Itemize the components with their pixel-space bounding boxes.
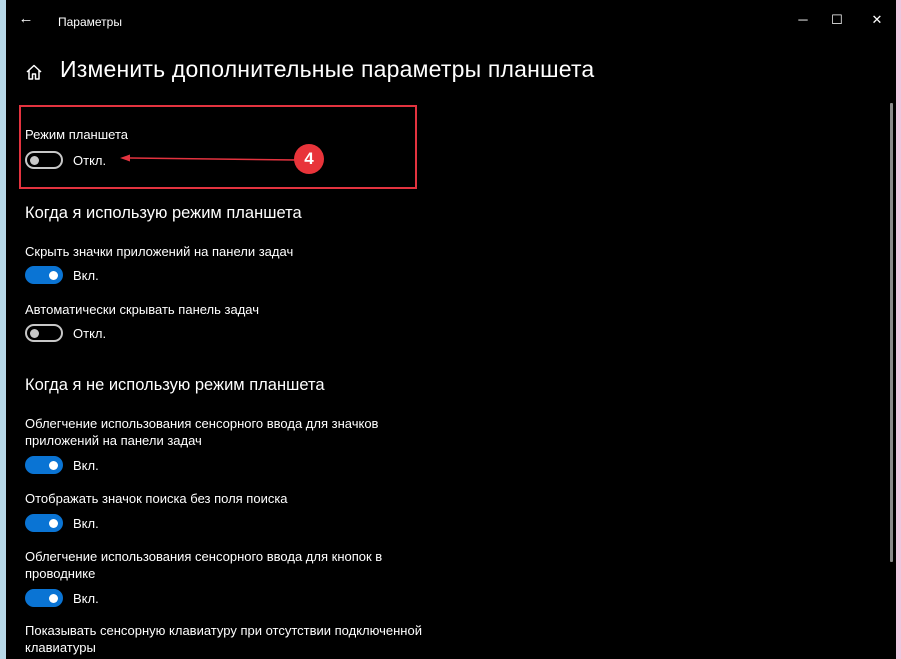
back-arrow-icon[interactable]: ← <box>16 9 36 29</box>
toggle-knob <box>49 518 58 528</box>
toggle-knob <box>49 593 58 603</box>
search-icon-state: Вкл. <box>73 516 99 531</box>
section-when-using-title: Когда я использую режим планшета <box>25 204 302 222</box>
scrollbar[interactable] <box>890 103 893 562</box>
maximize-button[interactable]: ☐ <box>824 8 850 32</box>
minimize-button[interactable]: ─ <box>790 8 816 32</box>
settings-window: ← Параметры ─ ☐ ✕ Изменить дополнительны… <box>6 0 896 659</box>
toggle-knob <box>49 460 58 470</box>
touch-app-icons-toggle[interactable] <box>25 456 63 474</box>
highlight-box <box>19 105 417 189</box>
title-bar: ← Параметры ─ ☐ ✕ <box>6 0 896 40</box>
touch-explorer-label-line1: Облегчение использования сенсорного ввод… <box>25 549 383 564</box>
search-icon-label: Отображать значок поиска без поля поиска <box>25 491 288 506</box>
touch-app-icons-state: Вкл. <box>73 458 99 473</box>
touch-app-icons-label-line1: Облегчение использования сенсорного ввод… <box>25 416 379 431</box>
touch-app-icons-label-line2: приложений на панели задач <box>25 433 202 448</box>
touch-explorer-toggle[interactable] <box>25 589 63 607</box>
home-icon[interactable] <box>25 63 43 81</box>
hide-app-icons-state: Вкл. <box>73 268 99 283</box>
section-when-not-using-title: Когда я не использую режим планшета <box>25 376 325 394</box>
touch-explorer-label-line2: проводнике <box>25 566 96 581</box>
toggle-knob <box>30 328 39 338</box>
touch-keyboard-label-line2: клавиатуры <box>25 640 96 655</box>
auto-hide-taskbar-label: Автоматически скрывать панель задач <box>25 302 260 317</box>
page-title: Изменить дополнительные параметры планше… <box>60 56 595 82</box>
hide-app-icons-label: Скрыть значки приложений на панели задач <box>25 244 294 259</box>
annotation-marker: 4 <box>294 144 324 174</box>
auto-hide-taskbar-toggle[interactable] <box>25 324 63 342</box>
hide-app-icons-toggle[interactable] <box>25 266 63 284</box>
auto-hide-taskbar-state: Откл. <box>73 326 107 341</box>
search-icon-toggle[interactable] <box>25 514 63 532</box>
close-button[interactable]: ✕ <box>864 8 890 32</box>
toggle-knob <box>49 270 58 280</box>
touch-keyboard-label-line1: Показывать сенсорную клавиатуру при отсу… <box>25 623 422 638</box>
touch-explorer-state: Вкл. <box>73 591 99 606</box>
window-title: Параметры <box>58 15 122 29</box>
